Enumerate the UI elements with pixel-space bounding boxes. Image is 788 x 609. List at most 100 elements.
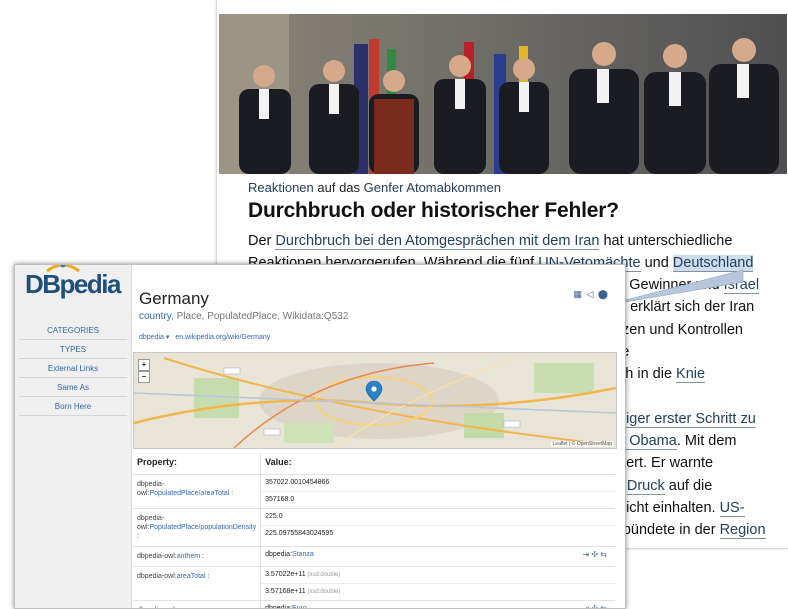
para-text: tzen und Kontrollen <box>618 322 743 338</box>
link-durchbruch[interactable]: Durchbruch bei den Atomgesprächen mit de… <box>275 233 599 250</box>
article-kicker: Reaktionen auf das Genfer Atomabkommen <box>248 180 501 195</box>
datatype-suffix: (xsd:double) <box>306 589 341 595</box>
para-text: Der <box>248 233 275 249</box>
value-link[interactable]: Stanza <box>292 551 314 558</box>
value-line: dbpedia:Stanza ⇥ ✣ ⇆ <box>261 547 615 563</box>
value-column-header: Value: <box>261 453 615 475</box>
kicker-link-reaktionen[interactable]: Reaktionen <box>248 180 314 195</box>
row-action-icons[interactable]: ⇥ ✣ ⇆ <box>582 547 607 563</box>
dbpedia-logo-text[interactable]: DBpedia <box>25 269 120 300</box>
map-zoom-out-button[interactable]: − <box>138 371 150 383</box>
article-line-fragment: tzen und Kontrollen <box>618 319 743 341</box>
para-text: ch in die <box>618 366 676 382</box>
article-inline-link[interactable]: eiger erster Schritt zu <box>618 411 756 428</box>
property-link[interactable]: anthem <box>177 553 200 560</box>
value-line: 357022.0010454866 <box>261 475 615 492</box>
property-cell: dbpedia-owl:PopulatedPlace/areaTotal : <box>133 475 261 509</box>
value-text: 225.0 <box>265 513 283 520</box>
kicker-link-genfer-atomabkommen[interactable]: Genfer Atomabkommen <box>364 180 501 195</box>
value-line: 225.09755843024595 <box>261 526 615 542</box>
para-text: auf die <box>665 478 713 494</box>
article-line-fragment: rbündete in der Region <box>618 519 766 541</box>
para-text: rbündete in der <box>618 522 720 538</box>
property-suffix: : <box>206 573 210 580</box>
kicker-text: auf das <box>314 180 364 195</box>
value-line: 225.0 <box>261 509 615 526</box>
property-cell: dbpedia-owl:currency : <box>133 601 261 609</box>
dbpedia-entity-popup: DBpedia CATEGORIES TYPES External Links … <box>14 264 626 609</box>
sidebar-item-categories[interactable]: CATEGORIES <box>19 322 127 340</box>
entity-source-links: dbpedia ▾ en.wikipedia.org/wiki/Germany <box>139 333 276 341</box>
value-line: 3.57022e+11 (xsd:double) <box>261 567 615 584</box>
value-link[interactable]: Euro <box>292 605 307 609</box>
value-text: 357168.0 <box>265 496 294 503</box>
value-prefix: dbpedia: <box>265 551 292 558</box>
value-line: 357168.0 <box>261 492 615 508</box>
value-text: 357022.0010454866 <box>265 479 329 486</box>
article-inline-link[interactable]: k Obama <box>618 433 677 450</box>
value-cell: dbpedia:Euro ⇥ ✣ ⇆ <box>261 601 615 609</box>
article-line-fragment: eiger erster Schritt zu <box>618 408 756 430</box>
type-link-country[interactable]: country <box>139 311 171 322</box>
value-cell: dbpedia:Stanza ⇥ ✣ ⇆ <box>261 547 615 567</box>
article-line-fragment: k Obama. Mit dem <box>618 430 736 452</box>
property-table: Property: Value: dbpedia-owl:PopulatedPl… <box>133 453 615 609</box>
table-row: dbpedia-owl:PopulatedPlace/populationDen… <box>133 509 615 547</box>
share-toolbar-icons[interactable]: ▦ ◁ ⬤ <box>574 289 610 300</box>
sidebar-item-same-as[interactable]: Same As <box>19 379 127 397</box>
para-text: . Mit dem <box>677 433 737 449</box>
property-prefix: dbpedia-owl: <box>137 553 177 560</box>
datatype-suffix: (xsd:double) <box>306 572 341 578</box>
property-prefix: dbpedia-owl: <box>137 573 177 580</box>
news-photo <box>219 14 787 174</box>
entity-types: country, Place, PopulatedPlace, Wikidata… <box>139 311 348 322</box>
property-cell: dbpedia-owl:PopulatedPlace/populationDen… <box>133 509 261 547</box>
sidebar-item-external-links[interactable]: External Links <box>19 360 127 378</box>
value-text: 3.57168e+11 <box>265 588 306 595</box>
property-suffix: : <box>137 533 139 540</box>
value-prefix: dbpedia: <box>265 605 292 609</box>
property-cell: dbpedia-owl:areaTotal : <box>133 567 261 601</box>
entity-title: Germany <box>139 289 209 309</box>
article-inline-link[interactable]: Region <box>720 522 766 539</box>
type-list-text: , Place, PopulatedPlace, Wikidata:Q532 <box>171 311 348 322</box>
table-row: dbpedia-owl:areaTotal :3.57022e+11 (xsd:… <box>133 567 615 601</box>
property-link[interactable]: PopulatedPlace/populationDensity <box>149 524 256 531</box>
property-cell: dbpedia-owl:anthem : <box>133 547 261 567</box>
table-row: dbpedia-owl:PopulatedPlace/areaTotal :35… <box>133 475 615 509</box>
location-map[interactable]: + − Leaflet | © OpenStreetMap <box>133 352 617 449</box>
dbpedia-main: ▦ ◁ ⬤ Germany country, Place, PopulatedP… <box>133 265 625 608</box>
dbpedia-sidebar: DBpedia CATEGORIES TYPES External Links … <box>15 265 132 608</box>
article-headline: Durchbruch oder historischer Fehler? <box>248 199 619 223</box>
article-line-fragment: r Druck auf die <box>618 475 712 497</box>
article-line-fragment: dert. Er warnte <box>618 452 713 474</box>
value-cell: 357022.0010454866 357168.0 <box>261 475 615 509</box>
map-zoom-in-button[interactable]: + <box>138 359 150 371</box>
value-cell: 3.57022e+11 (xsd:double)3.57168e+11 (xsd… <box>261 567 615 601</box>
article-line-fragment: ch in die Knie <box>618 363 705 385</box>
article-paragraph-line-1: Der Durchbruch bei den Atomgesprächen mi… <box>248 230 732 252</box>
para-text: nicht einhalten. <box>618 500 720 516</box>
property-link[interactable]: PopulatedPlace/areaTotal <box>149 490 229 497</box>
article-inline-link[interactable]: Knie <box>676 366 705 383</box>
property-link[interactable]: areaTotal <box>177 573 206 580</box>
dbpedia-dropdown-link[interactable]: dbpedia ▾ <box>139 334 169 341</box>
article-inline-link[interactable]: US- <box>720 500 745 517</box>
row-action-icons[interactable]: ⇥ ✣ ⇆ <box>582 601 607 609</box>
sidebar-item-born-here[interactable]: Born Here <box>19 398 127 416</box>
map-tiles <box>134 353 616 448</box>
table-row: dbpedia-owl:currency : dbpedia:Euro ⇥ ✣ ⇆ <box>133 601 615 609</box>
article-line-fragment: nicht einhalten. US- <box>618 497 745 519</box>
map-attribution[interactable]: Leaflet | © OpenStreetMap <box>551 441 614 447</box>
value-text: 225.09755843024595 <box>265 530 333 537</box>
wikipedia-link[interactable]: en.wikipedia.org/wiki/Germany <box>175 334 270 341</box>
article-inline-link[interactable]: Druck <box>627 478 665 495</box>
property-column-header: Property: <box>133 453 261 475</box>
table-row: dbpedia-owl:anthem : dbpedia:Stanza ⇥ ✣ ⇆ <box>133 547 615 567</box>
sidebar-item-types[interactable]: TYPES <box>19 341 127 359</box>
property-suffix: : <box>200 553 204 560</box>
value-text: 3.57022e+11 <box>265 571 306 578</box>
para-text: hat unterschiedliche <box>599 233 732 249</box>
value-line: dbpedia:Euro ⇥ ✣ ⇆ <box>261 601 615 609</box>
property-suffix: : <box>229 490 233 497</box>
